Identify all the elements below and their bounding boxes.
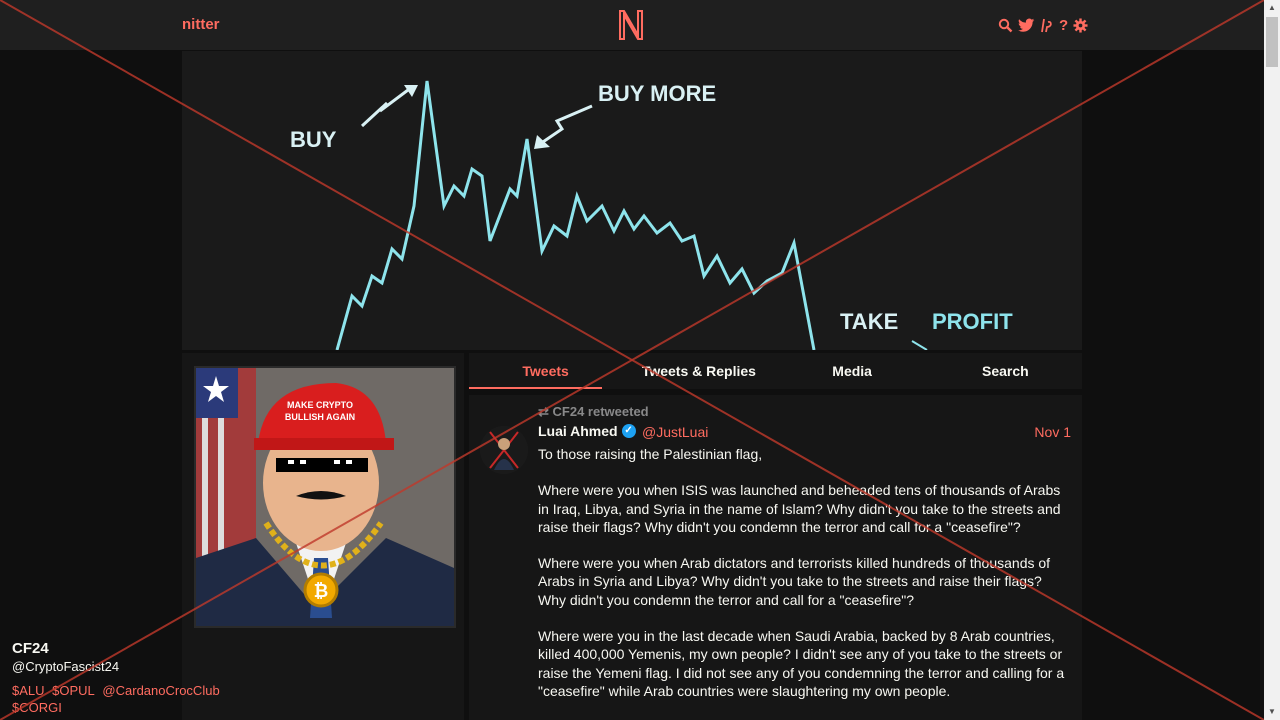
tab-tweets[interactable]: Tweets: [469, 353, 622, 389]
profile-fullname[interactable]: CF24: [12, 640, 49, 657]
profile-card: MAKE CRYPTO BULLISH AGAIN ₿: [182, 353, 464, 720]
tweet[interactable]: ⇄ CF24 retweeted Luai Ahmed ✓ @JustLuai …: [469, 395, 1082, 720]
twitter-icon[interactable]: [1018, 18, 1035, 33]
nitter-logo-icon[interactable]: [617, 9, 645, 41]
bio-link[interactable]: $ALU: [12, 683, 45, 698]
tweet-fullname[interactable]: Luai Ahmed ✓: [538, 423, 636, 439]
tweet-date[interactable]: Nov 1: [1034, 424, 1071, 440]
tab-media[interactable]: Media: [776, 353, 929, 389]
timeline-tabs: Tweets Tweets & Replies Media Search: [469, 353, 1082, 389]
scrollbar[interactable]: [1264, 0, 1280, 720]
scrollbar-thumb[interactable]: [1266, 17, 1278, 67]
retweet-label: CF24 retweeted: [552, 404, 649, 419]
scroll-down-icon[interactable]: ▼: [1264, 704, 1280, 720]
nitter-home-link[interactable]: nitter: [182, 16, 220, 33]
banner-profit-text: PROFIT: [932, 309, 1013, 334]
tweet-paragraph: Where were you when Arab dictators and t…: [538, 555, 1051, 608]
help-icon[interactable]: ?: [1059, 17, 1068, 34]
banner-take-text: TAKE: [840, 309, 898, 334]
tweet-username[interactable]: @JustLuai: [642, 424, 708, 440]
avatar[interactable]: MAKE CRYPTO BULLISH AGAIN ₿: [194, 366, 456, 628]
retweet-icon: ⇄: [538, 404, 549, 419]
avatar-image: MAKE CRYPTO BULLISH AGAIN ₿: [196, 368, 454, 626]
navbar: nitter ?: [0, 0, 1264, 51]
bio-link[interactable]: $OPUL: [52, 683, 95, 698]
tweet-avatar[interactable]: [480, 426, 528, 474]
search-icon[interactable]: [998, 18, 1013, 33]
tweet-content: To those raising the Palestinian flag, W…: [538, 445, 1073, 718]
nav-icons: ?: [998, 16, 1088, 34]
banner-buy-text: BUY: [290, 127, 337, 152]
profile-banner[interactable]: BUY BUY MORE TAKE PROFIT: [182, 51, 1082, 350]
scroll-up-icon[interactable]: ▲: [1264, 0, 1280, 16]
banner-buy-more-text: BUY MORE: [598, 81, 716, 106]
profile-username[interactable]: @CryptoFascist24: [12, 659, 119, 674]
avatar-hat-text-2: BULLISH AGAIN: [285, 412, 355, 422]
profile-bio: $ALU $OPUL @CardanoCrocClub $CORGI: [12, 682, 262, 716]
tweet-paragraph: To those raising the Palestinian flag,: [538, 446, 763, 462]
gear-icon[interactable]: [1073, 17, 1088, 33]
tab-tweets-replies[interactable]: Tweets & Replies: [622, 353, 775, 389]
retweet-header: ⇄ CF24 retweeted: [538, 404, 649, 420]
bio-link[interactable]: @CardanoCrocClub: [102, 683, 219, 698]
tweet-fullname-text: Luai Ahmed: [538, 423, 618, 439]
verified-icon: ✓: [621, 424, 636, 438]
pledge-icon[interactable]: [1040, 18, 1054, 33]
avatar-hat-text-1: MAKE CRYPTO: [287, 400, 353, 410]
tweet-paragraph: Where were you in the last decade when S…: [538, 628, 1065, 699]
banner-chart-image: BUY BUY MORE TAKE PROFIT: [182, 51, 1082, 350]
tab-search[interactable]: Search: [929, 353, 1082, 389]
tweet-paragraph: Where were you when ISIS was launched an…: [538, 482, 1061, 535]
svg-text:₿: ₿: [314, 581, 329, 601]
bio-link[interactable]: $CORGI: [12, 700, 62, 715]
